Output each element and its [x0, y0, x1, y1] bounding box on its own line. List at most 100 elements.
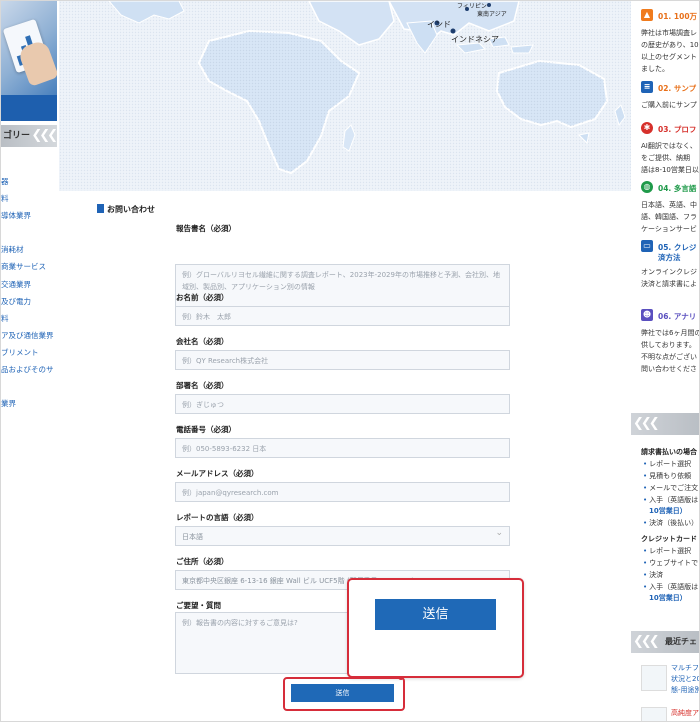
card-heading: クレジットカード — [641, 535, 697, 543]
language-label: レポートの言語（必須） — [176, 513, 259, 522]
submit-button[interactable]: 送信 — [291, 684, 394, 702]
invoice-step: • 入手（英語版は — [643, 496, 699, 504]
feature-desc: 弊社は市場調査レ — [641, 29, 697, 37]
phone-label: 電話番号（必須） — [176, 425, 236, 434]
card-step: • 入手（英語版は — [643, 583, 699, 591]
zoom-callout: 送信 — [347, 578, 524, 678]
feature-desc: 語、韓国語、フラ — [641, 213, 697, 221]
recent-report-thumbnail[interactable] — [641, 707, 667, 721]
invoice-heading: 請求書払いの場合 — [641, 448, 697, 456]
category-link[interactable] — [1, 378, 59, 395]
feature-desc: 不明な点がござい — [641, 353, 697, 361]
category-link[interactable]: 及び電力 — [1, 293, 59, 310]
report-name-label: 報告書名（必須） — [176, 224, 236, 233]
chevron-left-icon: ❮❮❮ — [633, 416, 660, 431]
category-link[interactable]: 業界 — [1, 395, 59, 412]
feature-desc: ご購入前にサンプ — [641, 101, 697, 109]
recent-report-thumbnail[interactable] — [641, 665, 667, 691]
feature-title: 02. サンプ — [658, 84, 697, 93]
analyst-icon: ☻ — [641, 309, 653, 321]
card-step: • 決済 — [643, 571, 664, 579]
recent-report-link[interactable]: 状況と20 — [671, 674, 699, 685]
feature-title-line2: 済方法 — [658, 253, 681, 262]
category-link[interactable]: 導体業界 — [1, 207, 59, 224]
section-marker-icon — [97, 204, 104, 213]
feature-desc: ました。 — [641, 65, 669, 73]
category-link[interactable]: 品およびそのサ — [1, 361, 59, 378]
company-input[interactable]: 例）QY Research株式会社 — [175, 350, 510, 370]
invoice-step: • レポート選択 — [643, 460, 692, 468]
feature-desc: AI翻訳ではなく、 — [641, 142, 697, 150]
category-link[interactable]: ブリメント — [1, 344, 59, 361]
department-label: 部署名（必須） — [176, 381, 229, 390]
recent-band: ❮❮❮ 最近チェ — [631, 631, 699, 653]
category-header: ゴリー ❮❮❮ — [1, 125, 58, 147]
category-link[interactable] — [1, 224, 59, 241]
feature-title: 01. 100万 — [658, 12, 698, 21]
chevron-left-icon: ❮❮❮ — [31, 128, 58, 143]
phone-input[interactable]: 例）050-5893-6232 日本 — [175, 438, 510, 458]
chart-icon: ▲ — [641, 9, 653, 21]
email-input[interactable]: 例）japan@qyresearch.com — [175, 482, 510, 502]
feature-desc: 供しております。 — [641, 341, 696, 349]
name-input[interactable]: 例）鈴木 太郎 — [175, 306, 510, 326]
category-title: ゴリー — [3, 131, 31, 141]
hero-image — [1, 1, 57, 121]
invoice-step: • 見積もり依頼 — [643, 472, 692, 480]
name-label: お名前（必須） — [176, 293, 229, 302]
feature-desc: 日本語、英語、中 — [641, 201, 697, 209]
left-sidebar: ゴリー ❮❮❮ 器 料 導体業界 消耗材 商業サービス 交通業界 及び電力 料 … — [1, 1, 59, 721]
map-label-top2: 東南アジア — [477, 11, 507, 18]
recent-report-link[interactable]: マルチフ — [671, 663, 699, 674]
hero-strip — [1, 95, 57, 121]
globe-icon: ◍ — [641, 181, 653, 193]
report-name-input[interactable]: 例）グローバルリヨセル繊維に関する調査レポート、2023年-2029年の市場推移… — [175, 264, 510, 310]
feature-desc: 決済と請求書によ — [641, 280, 697, 288]
world-map-graphic — [59, 1, 631, 191]
category-link[interactable]: 商業サービス — [1, 258, 59, 275]
card-step-note: 10営業日） — [649, 594, 687, 602]
invoice-step-note: 10営業日） — [649, 507, 687, 515]
language-select[interactable]: 日本語 — [175, 526, 510, 546]
feature-desc: オンラインクレジ — [641, 268, 697, 276]
right-sidebar: ▲ 01. 100万 弊社は市場調査レ の歴史があり、10 以上のセグメント ま… — [631, 1, 700, 721]
zoom-submit-button[interactable]: 送信 — [375, 599, 496, 630]
card-icon: ▭ — [641, 240, 653, 252]
category-link[interactable]: 料 — [1, 310, 59, 327]
feature-desc: をご提供、納期 — [641, 154, 690, 162]
browser-viewport: ゴリー ❮❮❮ 器 料 導体業界 消耗材 商業サービス 交通業界 及び電力 料 … — [0, 0, 700, 722]
category-link[interactable]: 料 — [1, 190, 59, 207]
document-icon: ≡ — [641, 81, 653, 93]
world-map-banner: インド インドネシア フィリピン 東南アジア — [59, 1, 631, 191]
department-input[interactable]: 例）ぎじゅつ — [175, 394, 510, 414]
category-link[interactable]: 器 — [1, 173, 59, 190]
feature-title: 03. プロフ — [658, 125, 697, 134]
feature-desc: 弊社では6ヶ月間の — [641, 329, 700, 337]
category-link[interactable]: 消耗材 — [1, 241, 59, 258]
invoice-step: • 決済（後払い） — [643, 519, 699, 527]
contact-section-title: お問い合わせ — [97, 204, 155, 215]
category-link[interactable]: ア及び通信業界 — [1, 327, 59, 344]
feature-desc: 以上のセグメント — [641, 53, 697, 61]
address-label: ご住所（必須） — [176, 557, 229, 566]
feature-desc: 語は8-10営業日以 — [641, 166, 699, 174]
category-list: 器 料 導体業界 消耗材 商業サービス 交通業界 及び電力 料 ア及び通信業界 … — [1, 173, 59, 412]
recent-report-link[interactable]: 態-用途別 — [671, 685, 699, 696]
feature-desc: 問い合わせくださ — [641, 365, 697, 373]
email-label: メールアドレス（必須） — [176, 469, 259, 478]
card-step: • ウェブサイトで — [643, 559, 699, 567]
chevron-left-icon: ❮❮❮ — [633, 634, 660, 649]
map-label-indonesia: インドネシア — [451, 35, 499, 44]
company-label: 会社名（必須） — [176, 337, 229, 346]
map-label-india: インド — [427, 20, 451, 29]
invoice-step: • メールでご注文 — [643, 484, 699, 492]
card-step: • レポート選択 — [643, 547, 692, 555]
recent-report-link[interactable]: 高純度ア — [671, 708, 699, 719]
feature-title: 06. アナリ — [658, 312, 697, 321]
request-label: ご要望・質問 — [176, 601, 221, 610]
feature-title: 04. 多言語 — [658, 184, 697, 193]
feature-desc: ケーションサービ — [641, 225, 697, 233]
category-link[interactable]: 交通業界 — [1, 276, 59, 293]
ai-icon: ✱ — [641, 122, 653, 134]
payment-band: ❮❮❮ — [631, 413, 699, 435]
